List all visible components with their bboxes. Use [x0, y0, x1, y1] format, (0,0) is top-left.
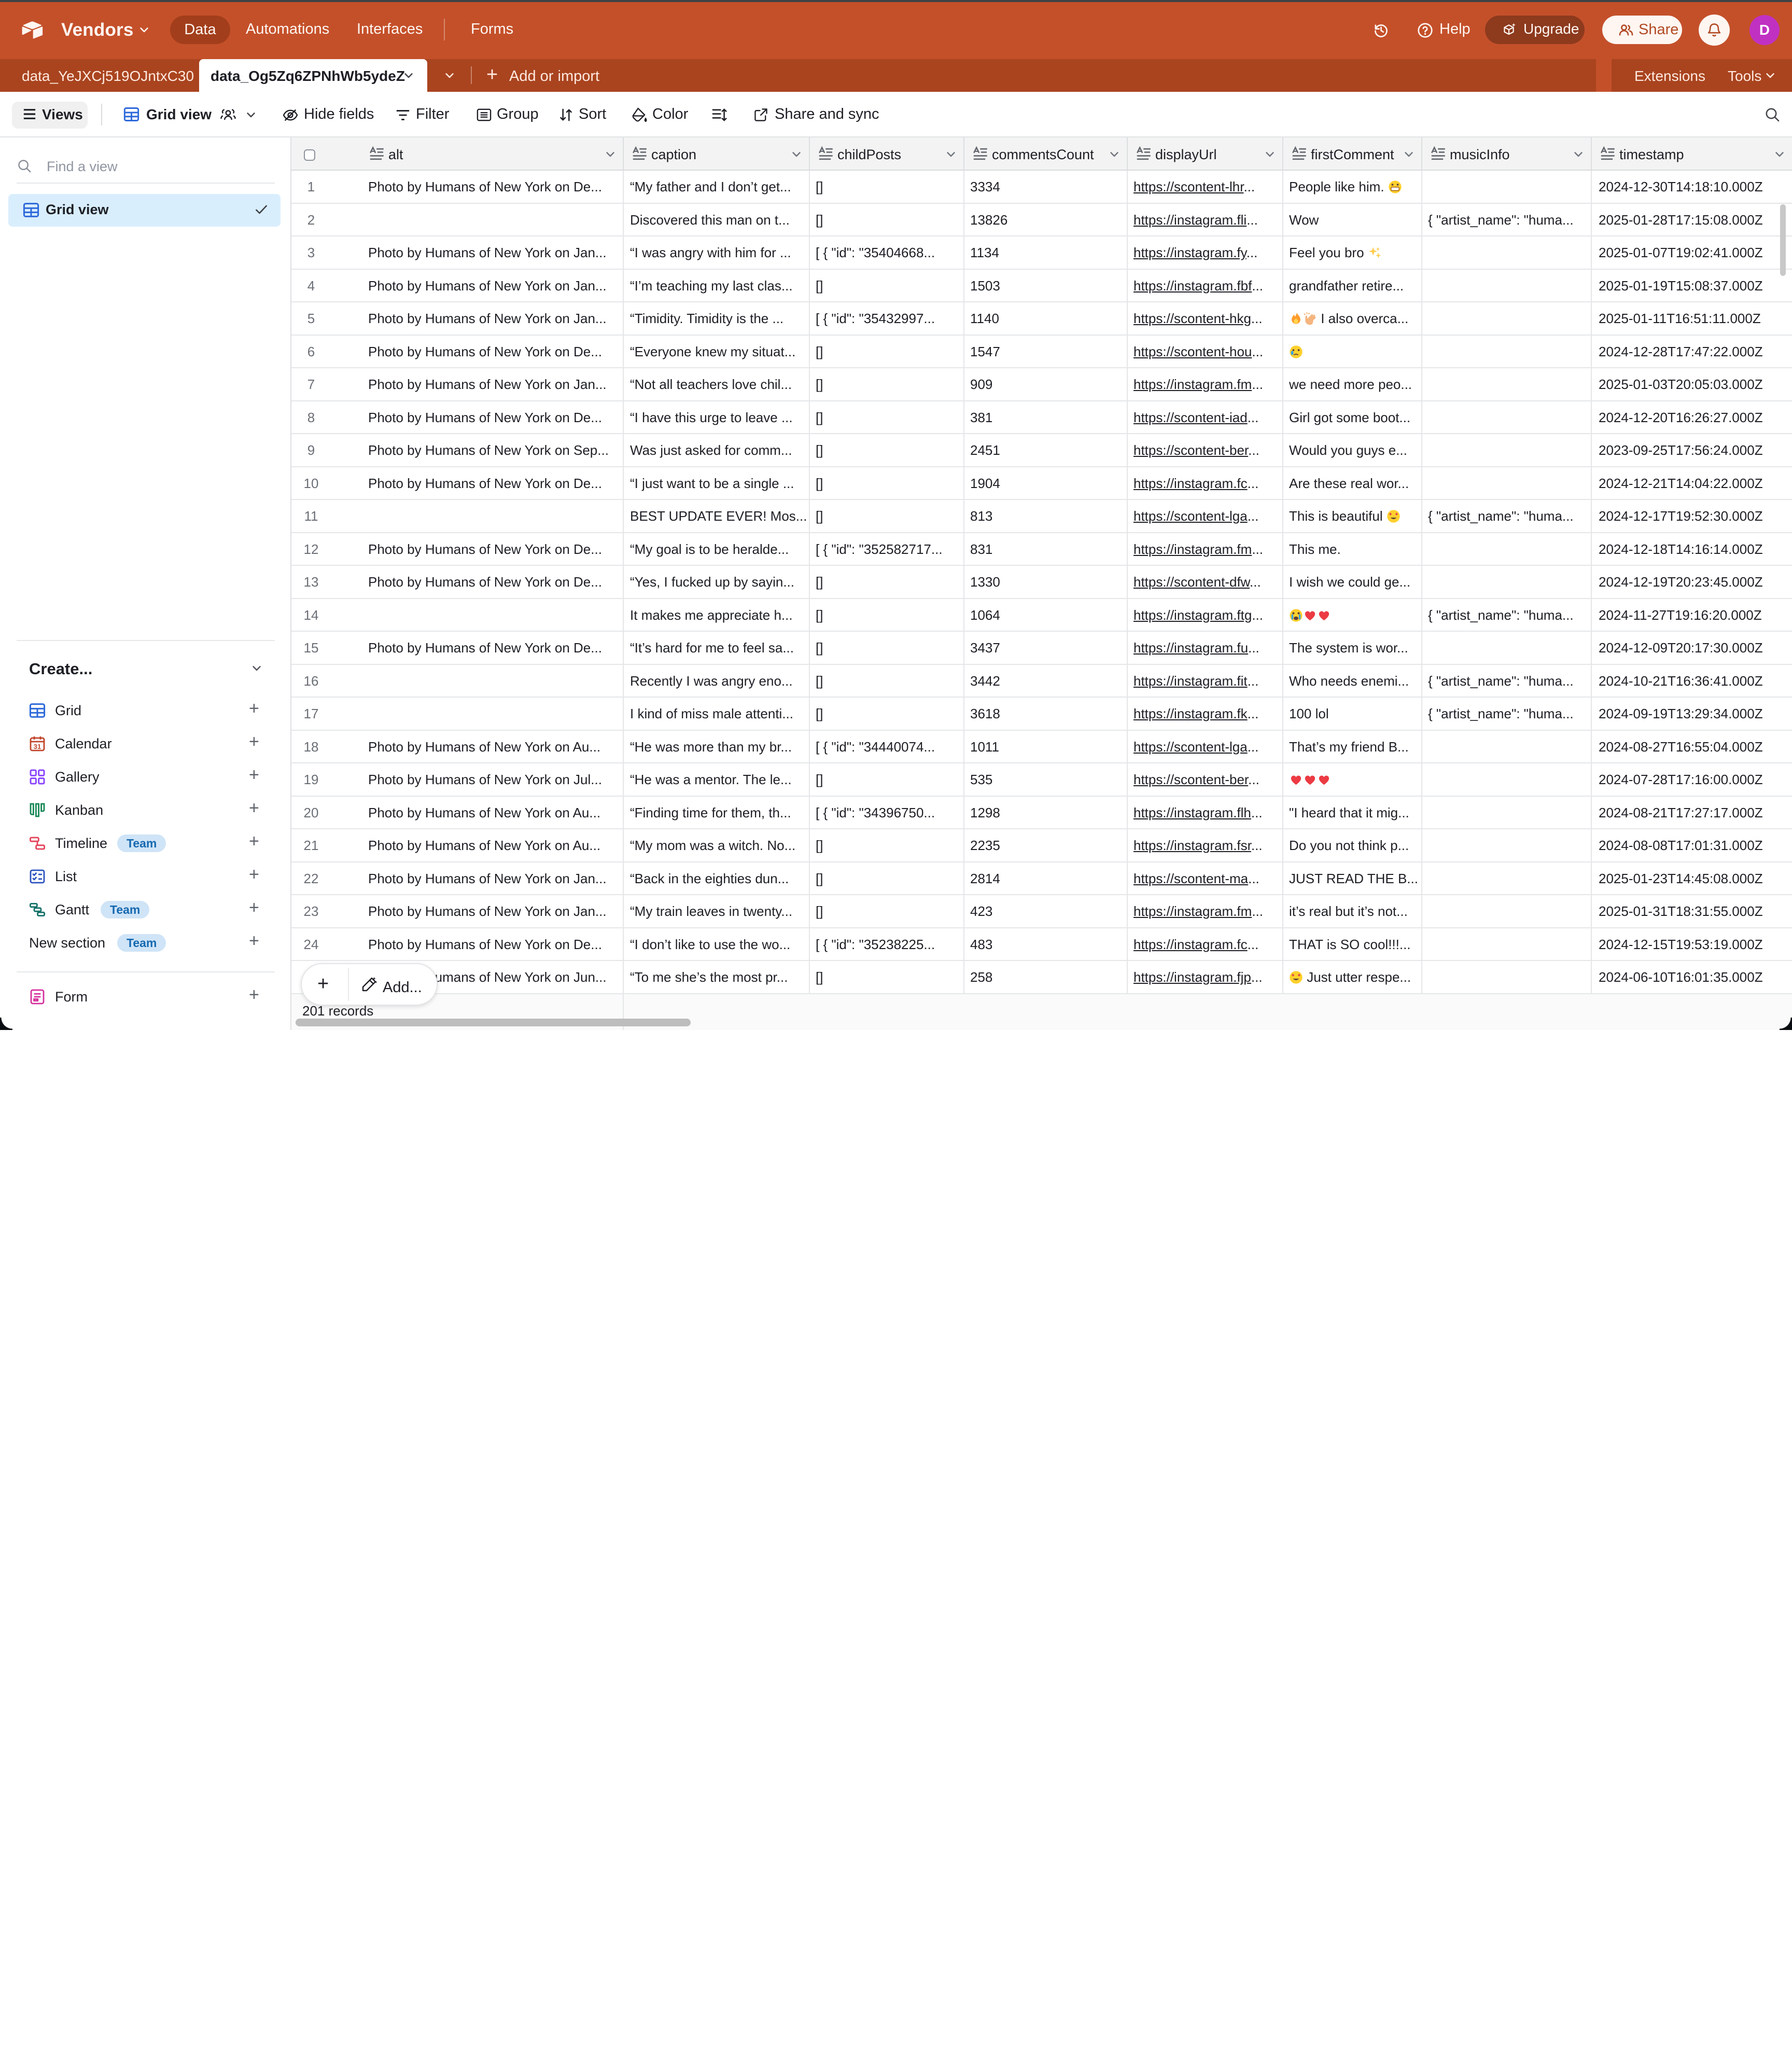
svg-text:31: 31: [34, 743, 41, 750]
